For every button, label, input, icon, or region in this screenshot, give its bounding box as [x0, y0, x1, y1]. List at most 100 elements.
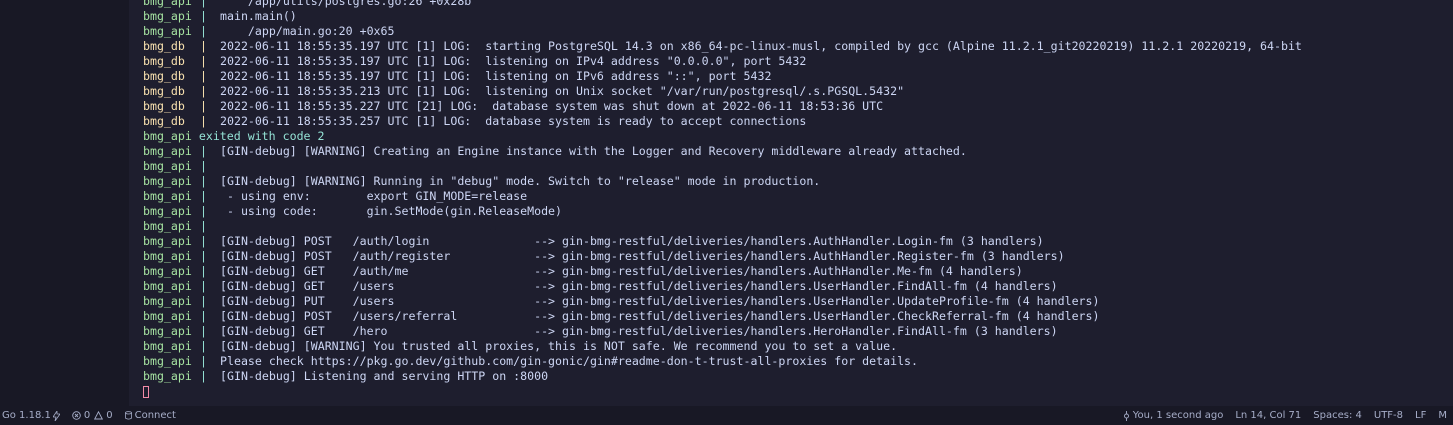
service-name: bmg_api	[143, 159, 192, 173]
separator-bar: |	[200, 339, 207, 353]
terminal-line: bmg_api | [GIN-debug] POST /users/referral…	[143, 309, 1302, 324]
terminal-line: bmg_api | [GIN-debug] Listening and servin…	[143, 369, 1302, 384]
separator-bar: |	[200, 144, 207, 158]
terminal-line: bmg_api | main.main()	[143, 9, 1302, 24]
separator-bar: |	[200, 39, 207, 53]
terminal-line: bmg_db | 2022-06-11 18:55:35.213 UTC [1] L…	[143, 84, 1302, 99]
service-name: bmg_api	[143, 369, 192, 383]
service-name: bmg_db	[143, 84, 185, 98]
terminal-prompt-line[interactable]	[143, 384, 1302, 399]
log-text: /app/utils/postgres.go:26 +0x28b	[220, 0, 472, 8]
terminal-line: bmg_db | 2022-06-11 18:55:35.197 UTC [1] L…	[143, 54, 1302, 69]
separator-bar: |	[200, 369, 207, 383]
service-name: bmg_api	[143, 144, 192, 158]
terminal-line: bmg_api |	[143, 219, 1302, 234]
separator-bar: |	[200, 159, 207, 173]
terminal-panel[interactable]: bmg_api | /app/utils/postgres.go:26 +0x28…	[129, 0, 1453, 406]
cursor-position-status[interactable]: Ln 14, Col 71	[1229, 406, 1307, 425]
service-name: bmg_api	[143, 294, 192, 308]
log-text: 2022-06-11 18:55:35.227 UTC [21] LOG: da…	[220, 99, 884, 113]
log-text: /app/main.go:20 +0x65	[220, 24, 395, 38]
service-name: bmg_api	[143, 234, 192, 248]
warning-count: 0	[106, 410, 113, 421]
log-text: [GIN-debug] POST /users/referral --> gin…	[220, 309, 1100, 323]
service-name: bmg_api	[143, 309, 192, 323]
service-name: bmg_api	[143, 24, 192, 38]
separator-bar: |	[200, 279, 207, 293]
terminal-line: bmg_api | /app/main.go:20 +0x65	[143, 24, 1302, 39]
service-name: bmg_db	[143, 99, 185, 113]
log-text: [GIN-debug] GET /auth/me --> gin-bmg-res…	[220, 264, 1023, 278]
service-name: bmg_api	[143, 354, 192, 368]
log-text: [GIN-debug] GET /users --> gin-bmg-restf…	[220, 279, 1058, 293]
separator-bar: |	[200, 234, 207, 248]
terminal-line: bmg_api | [GIN-debug] PUT /users --> gin-b…	[143, 294, 1302, 309]
log-text: [GIN-debug] Listening and serving HTTP o…	[220, 369, 549, 383]
log-text: 2022-06-11 18:55:35.197 UTC [1] LOG: lis…	[220, 54, 807, 68]
error-icon	[72, 411, 81, 420]
eol-status[interactable]: LF	[1409, 406, 1432, 425]
separator-bar: |	[200, 54, 207, 68]
service-name: bmg_api	[143, 279, 192, 293]
log-text: main.main()	[220, 9, 297, 23]
log-text: 2022-06-11 18:55:35.197 UTC [1] LOG: sta…	[220, 39, 1302, 53]
log-text: 2022-06-11 18:55:35.197 UTC [1] LOG: lis…	[220, 69, 772, 83]
service-name: bmg_api	[143, 264, 192, 278]
separator-bar: |	[200, 309, 207, 323]
language-mode-status[interactable]: M	[1432, 406, 1453, 425]
connect-label: Connect	[134, 410, 176, 421]
go-version-status[interactable]: Go 1.18.1	[0, 406, 66, 425]
log-text: Please check https://pkg.go.dev/github.c…	[220, 354, 919, 368]
terminal-line: bmg_db | 2022-06-11 18:55:35.197 UTC [1] L…	[143, 39, 1302, 54]
separator-bar: |	[200, 264, 207, 278]
error-count: 0	[83, 410, 91, 421]
separator-bar: |	[200, 219, 207, 233]
service-name: bmg_api	[143, 219, 192, 233]
separator-bar: |	[200, 24, 207, 38]
terminal-line: bmg_api | /app/utils/postgres.go:26 +0x28…	[143, 0, 1302, 9]
terminal-line: bmg_api | [GIN-debug] GET /users --> gin-b…	[143, 279, 1302, 294]
terminal-line: bmg_api | [GIN-debug] GET /hero --> gin-bm…	[143, 324, 1302, 339]
separator-bar: |	[200, 9, 207, 23]
service-name: bmg_api	[143, 249, 192, 263]
service-name: bmg_api	[143, 324, 192, 338]
encoding-status[interactable]: UTF-8	[1368, 406, 1409, 425]
terminal-output: bmg_api | /app/utils/postgres.go:26 +0x28…	[143, 0, 1302, 399]
log-text: 2022-06-11 18:55:35.213 UTC [1] LOG: lis…	[220, 84, 905, 98]
terminal-line: bmg_api | [GIN-debug] POST /auth/login -->…	[143, 234, 1302, 249]
service-name: bmg_api	[143, 174, 192, 188]
separator-bar: |	[200, 249, 207, 263]
terminal-line: bmg_api | [GIN-debug] [WARNING] Creating a…	[143, 144, 1302, 159]
problems-status[interactable]: 0 0	[66, 406, 119, 425]
terminal-line: bmg_api | [GIN-debug] [WARNING] You truste…	[143, 339, 1302, 354]
service-name: bmg_db	[143, 39, 185, 53]
separator-bar: |	[200, 114, 207, 128]
log-text: [GIN-debug] GET /hero --> gin-bmg-restfu…	[220, 324, 1058, 338]
separator-bar: |	[200, 189, 207, 203]
separator-bar: |	[200, 0, 207, 8]
exit-message: exited with code 2	[198, 129, 325, 143]
git-commit-icon	[1123, 410, 1130, 421]
connect-status[interactable]: Connect	[119, 406, 182, 425]
editor-gutter	[0, 0, 129, 406]
separator-bar: |	[200, 69, 207, 83]
service-name: bmg_api	[143, 129, 192, 143]
service-name: bmg_db	[143, 69, 185, 83]
separator-bar: |	[200, 84, 207, 98]
log-text: [GIN-debug] POST /auth/register --> gin-…	[220, 249, 1065, 263]
service-name: bmg_db	[143, 114, 185, 128]
log-text: - using code: gin.SetMode(gin.ReleaseMod…	[220, 204, 563, 218]
terminal-line: bmg_db | 2022-06-11 18:55:35.197 UTC [1] L…	[143, 69, 1302, 84]
indentation-status[interactable]: Spaces: 4	[1307, 406, 1368, 425]
terminal-line: bmg_db | 2022-06-11 18:55:35.257 UTC [1] L…	[143, 114, 1302, 129]
separator-bar: |	[200, 324, 207, 338]
terminal-line: bmg_api | - using code: gin.SetMode(gin.R…	[143, 204, 1302, 219]
log-text: [GIN-debug] PUT /users --> gin-bmg-restf…	[220, 294, 1100, 308]
git-blame-status[interactable]: You, 1 second ago	[1121, 406, 1230, 425]
service-name: bmg_db	[143, 54, 185, 68]
service-name: bmg_api	[143, 0, 192, 8]
terminal-line: bmg_api |	[143, 159, 1302, 174]
terminal-line: bmg_api exited with code 2	[143, 129, 1302, 144]
service-name: bmg_api	[143, 9, 192, 23]
service-name: bmg_api	[143, 339, 192, 353]
